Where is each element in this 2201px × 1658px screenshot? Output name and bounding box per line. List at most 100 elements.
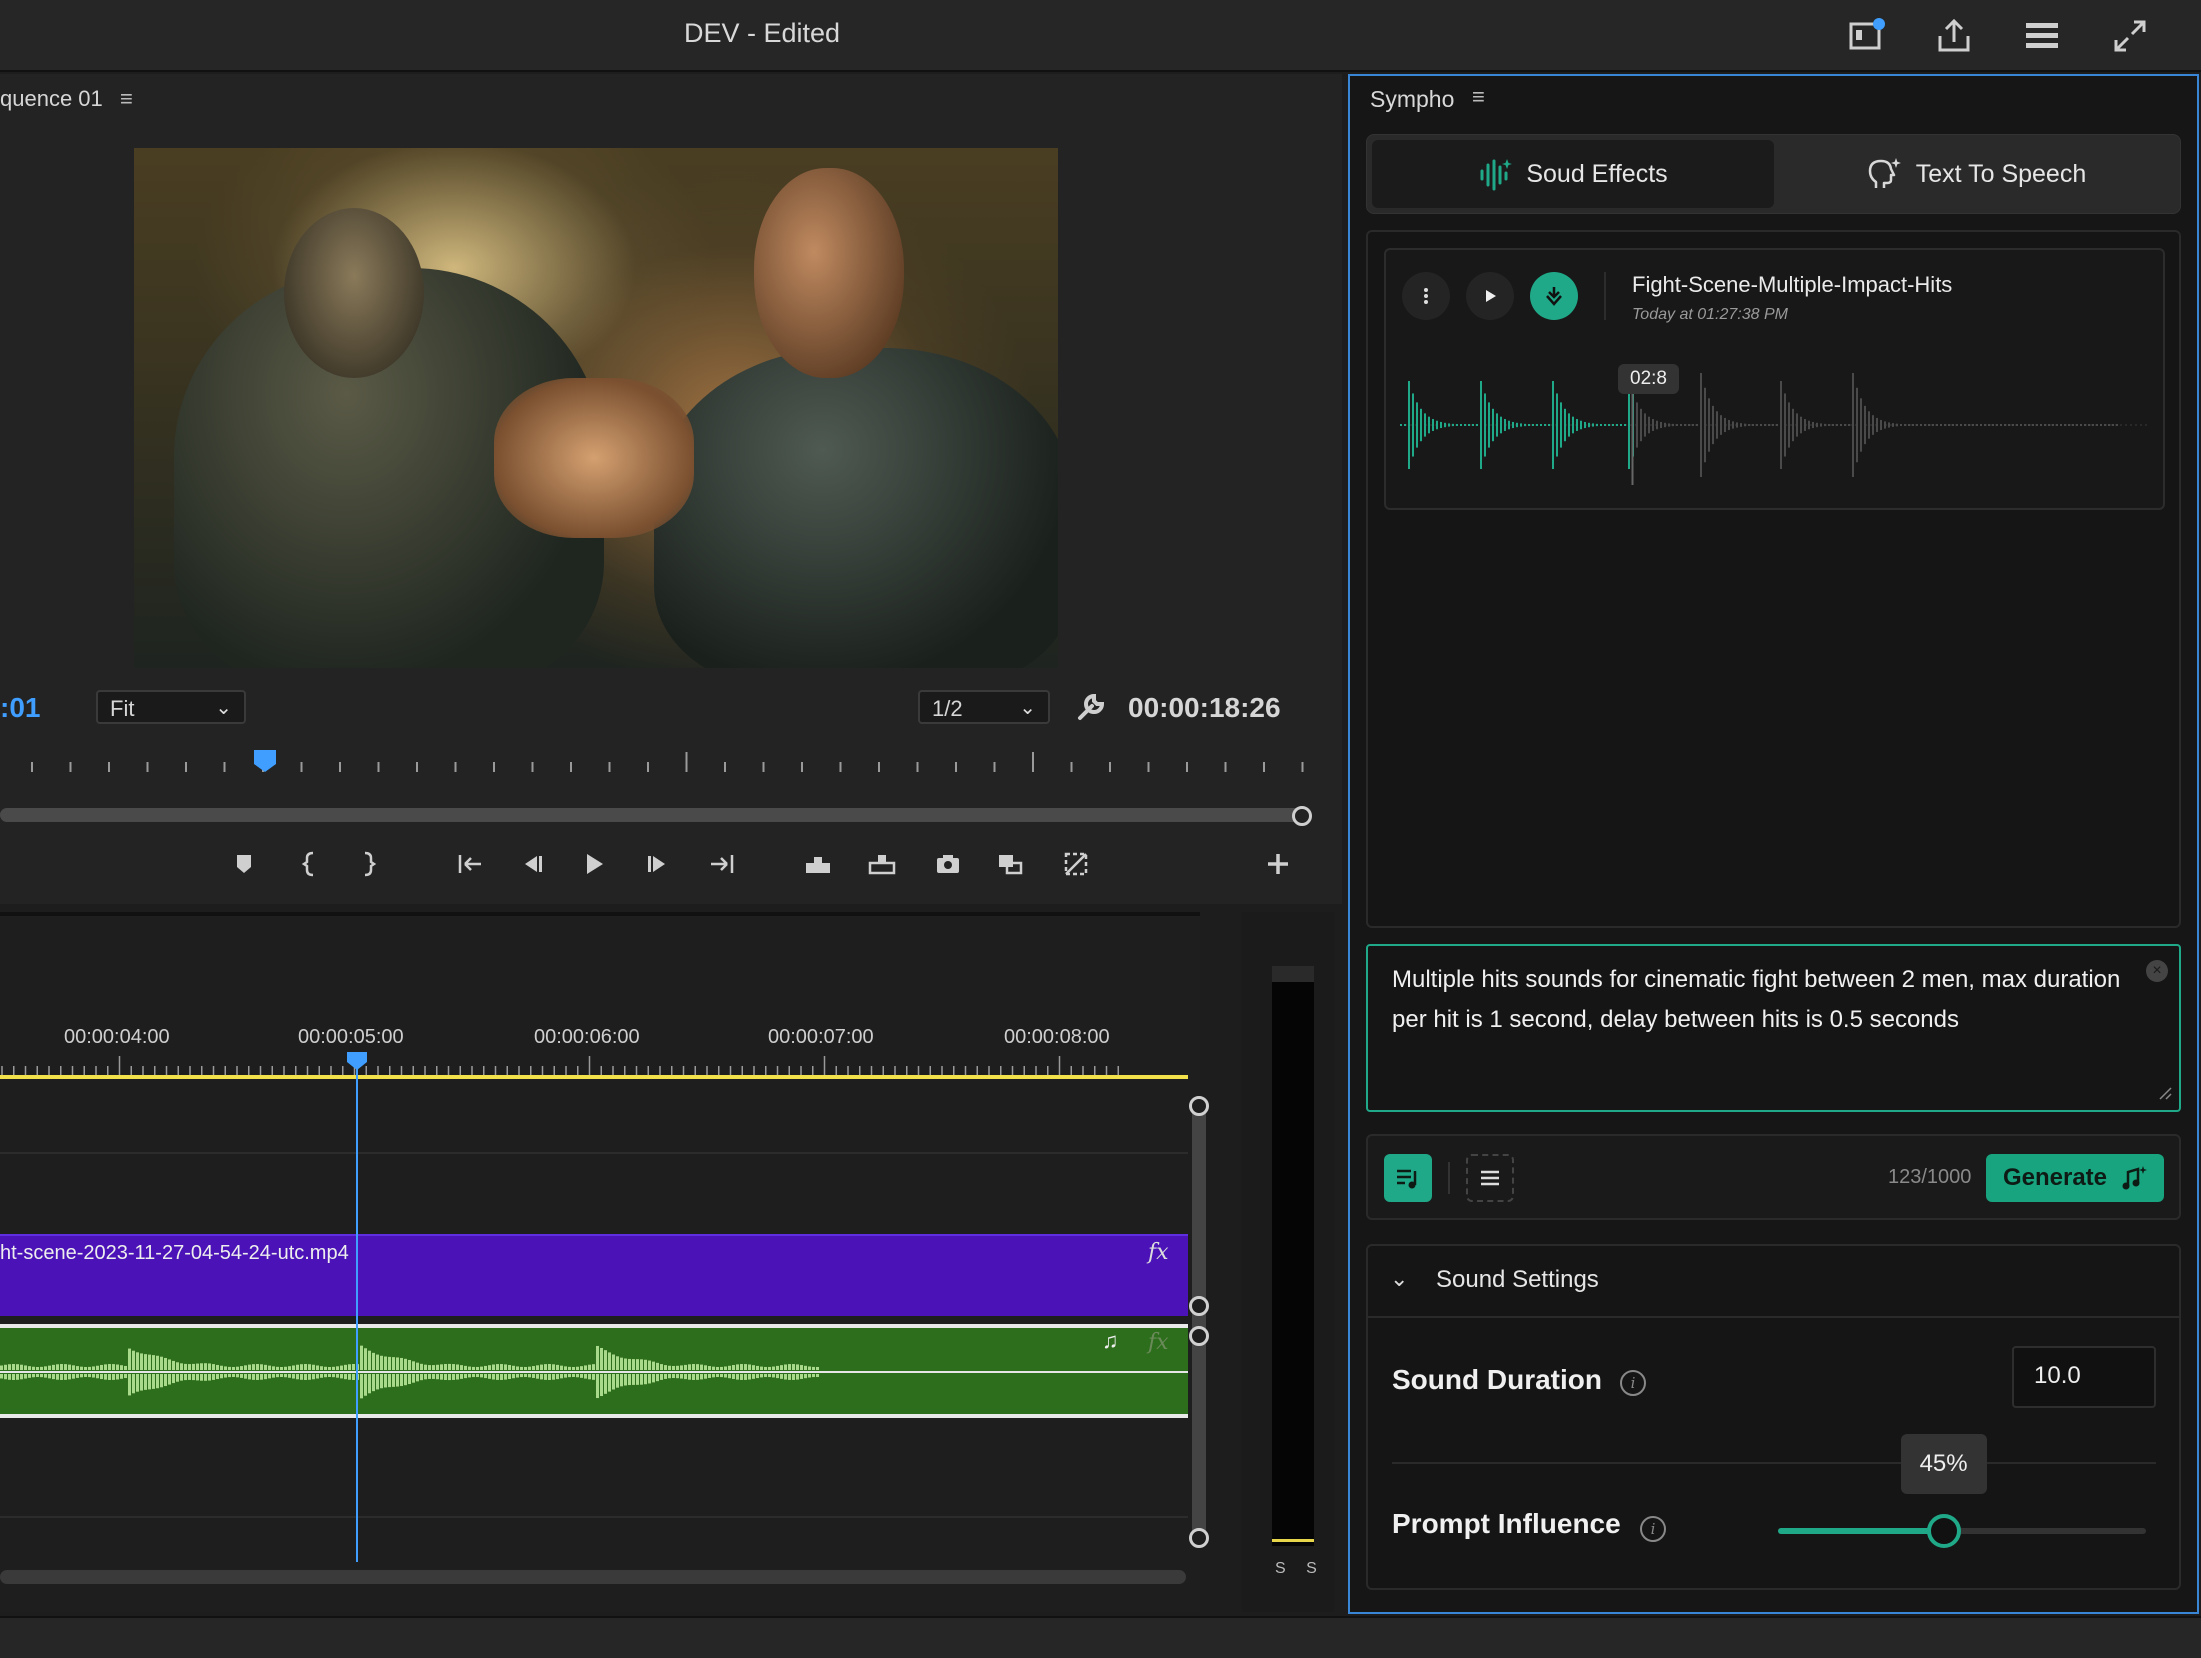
play-icon[interactable] xyxy=(576,846,612,882)
waveform-bar xyxy=(524,1366,527,1370)
step-back-icon[interactable] xyxy=(514,846,550,882)
panel-menu-icon[interactable]: ≡ xyxy=(1472,84,1485,110)
waveform-bar xyxy=(2116,424,2118,426)
extract-icon[interactable] xyxy=(864,846,900,882)
waveform-bar xyxy=(1584,421,1586,429)
scroll-handle[interactable] xyxy=(1189,1528,1209,1548)
add-button-icon[interactable] xyxy=(1260,846,1296,882)
fit-select[interactable]: Fit ⌄ xyxy=(96,690,246,724)
timeline-vertical-scrollbar[interactable] xyxy=(1192,1100,1206,1540)
tab-text-to-speech[interactable]: Text To Speech xyxy=(1776,140,2176,208)
meter-solo-labels[interactable]: S S xyxy=(1275,1560,1325,1578)
result-waveform[interactable] xyxy=(1400,360,2150,490)
sequence-menu-icon[interactable]: ≡ xyxy=(120,86,133,112)
playhead-line[interactable] xyxy=(356,1062,358,1562)
waveform-bar xyxy=(640,1374,643,1385)
prompt-mode-button[interactable] xyxy=(1384,1154,1432,1202)
waveform-bar xyxy=(608,1374,611,1392)
play-result-button[interactable] xyxy=(1466,272,1514,320)
waveform-bar xyxy=(244,1374,247,1379)
step-forward-icon[interactable] xyxy=(640,846,676,882)
work-area-bar[interactable] xyxy=(0,1075,1188,1079)
sequence-tab[interactable]: quence 01 xyxy=(0,86,103,112)
prompt-influence-slider-thumb[interactable] xyxy=(1926,1514,1961,1548)
waveform-bar xyxy=(548,1364,551,1370)
playhead-handle[interactable] xyxy=(345,1050,369,1072)
comparison-view-icon[interactable] xyxy=(1058,846,1094,882)
lift-icon[interactable] xyxy=(800,846,836,882)
clear-prompt-icon[interactable]: × xyxy=(2146,960,2168,982)
tab-sound-effects[interactable]: Soud Effects xyxy=(1372,140,1774,208)
fx-badge[interactable]: fx xyxy=(1148,1240,1169,1265)
wrench-settings-icon[interactable] xyxy=(1074,690,1108,724)
go-to-out-icon[interactable] xyxy=(704,846,740,882)
waveform-bar xyxy=(536,1365,539,1370)
mark-in-icon[interactable] xyxy=(292,846,328,882)
waveform-bar xyxy=(260,1364,263,1370)
scroll-handle[interactable] xyxy=(1189,1326,1209,1346)
import-to-timeline-button[interactable] xyxy=(1530,272,1578,320)
waveform-bar xyxy=(468,1374,471,1378)
waveform-bar xyxy=(1824,423,1826,427)
waveform-bar xyxy=(56,1374,59,1380)
waveform-bar xyxy=(1964,424,1966,426)
waveform-bar xyxy=(1836,424,1838,426)
list-mode-button[interactable] xyxy=(1466,1154,1514,1202)
waveform-bar xyxy=(556,1364,559,1370)
waveform-bar xyxy=(1776,424,1778,426)
waveform-bar xyxy=(772,1374,775,1378)
waveform-bar xyxy=(28,1374,31,1378)
waveform-bar xyxy=(216,1374,219,1380)
timeline-horizontal-scrollbar[interactable] xyxy=(0,1570,1186,1584)
resolution-select[interactable]: 1/2 ⌄ xyxy=(918,690,1050,724)
waveform-bar xyxy=(1616,424,1618,426)
info-icon[interactable]: i xyxy=(1620,1370,1646,1396)
waveform-bar xyxy=(480,1366,483,1370)
waveform-bar xyxy=(348,1374,351,1380)
waveform-bar xyxy=(1428,416,1430,434)
waveform-bar xyxy=(1756,424,1758,426)
fx-badge[interactable]: fx xyxy=(1148,1330,1169,1355)
waveform-bar xyxy=(2004,424,2006,426)
overwrite-icon[interactable] xyxy=(992,846,1028,882)
waveform-bar xyxy=(268,1374,271,1379)
sound-settings-title: Sound Settings xyxy=(1436,1266,1599,1293)
waveform-bar xyxy=(552,1364,555,1370)
waveform-bar xyxy=(760,1374,763,1378)
waveform-bar xyxy=(1608,424,1610,426)
waveform-bar xyxy=(1648,416,1650,434)
waveform-bar xyxy=(24,1374,27,1379)
waveform-bar xyxy=(1568,413,1570,437)
waveform-bar xyxy=(1548,424,1550,426)
waveform-bar xyxy=(644,1359,647,1370)
resize-handle-icon[interactable] xyxy=(2156,1084,2172,1100)
scroll-handle[interactable] xyxy=(1189,1096,1209,1116)
share-export-icon[interactable] xyxy=(1932,14,1976,58)
scroll-handle[interactable] xyxy=(1189,1296,1209,1316)
go-to-in-icon[interactable] xyxy=(452,846,488,882)
waveform-bar xyxy=(1432,419,1434,431)
waveform-bar xyxy=(596,1374,599,1399)
add-marker-icon[interactable] xyxy=(226,846,262,882)
monitor-time-ruler[interactable] xyxy=(0,750,1320,780)
prompt-text[interactable]: Multiple hits sounds for cinematic fight… xyxy=(1392,960,2132,1040)
playhead-marker[interactable] xyxy=(254,750,276,772)
generate-button[interactable]: Generate xyxy=(1986,1154,2164,1202)
waveform-bar xyxy=(1636,402,1638,448)
notifications-panel-icon[interactable] xyxy=(1845,14,1889,58)
chevron-down-icon[interactable]: ⌄ xyxy=(1390,1266,1408,1292)
info-icon[interactable]: i xyxy=(1640,1516,1666,1542)
mark-out-icon[interactable] xyxy=(350,846,386,882)
waveform-bar xyxy=(724,1374,727,1378)
zoom-scroll-handle[interactable] xyxy=(1292,806,1312,826)
current-timecode[interactable]: :01 xyxy=(0,692,40,724)
fullscreen-icon[interactable] xyxy=(2108,14,2152,58)
waveform-bar xyxy=(716,1374,719,1378)
waveform-bar xyxy=(1724,417,1726,433)
zoom-scroll-bar[interactable] xyxy=(0,808,1306,822)
camera-export-frame-icon[interactable] xyxy=(930,846,966,882)
waveform-bar xyxy=(1900,424,1902,426)
more-options-button[interactable] xyxy=(1402,272,1450,320)
workspaces-menu-icon[interactable] xyxy=(2020,14,2064,58)
sound-duration-input[interactable]: 10.0 xyxy=(2012,1346,2156,1408)
